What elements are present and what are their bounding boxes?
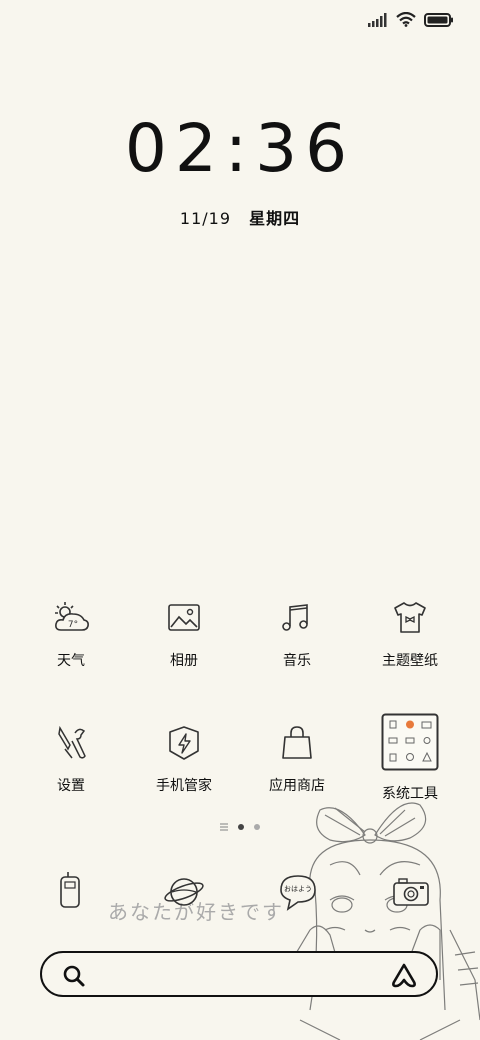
app-settings[interactable]: 设置 xyxy=(11,723,131,795)
app-music[interactable]: 音乐 xyxy=(237,598,357,670)
phone-icon[interactable] xyxy=(48,870,92,914)
app-gallery[interactable]: 相册 xyxy=(124,598,244,670)
lock-date: 11/19 星期四 xyxy=(0,205,480,229)
page-dot[interactable] xyxy=(254,824,260,830)
battery-icon xyxy=(424,12,453,27)
message-text: おはよう xyxy=(284,885,312,893)
wifi-icon xyxy=(396,12,416,27)
search-icon[interactable] xyxy=(62,964,86,988)
assistant-icon[interactable] xyxy=(390,962,418,988)
app-label: 主题壁纸 xyxy=(382,653,438,669)
store-icon xyxy=(282,726,312,759)
camera-icon[interactable] xyxy=(389,870,433,914)
status-bar xyxy=(368,12,454,27)
messages-app[interactable]: おはよう xyxy=(276,870,320,914)
folder-icon xyxy=(381,713,439,771)
app-label: 相册 xyxy=(170,653,198,669)
music-icon xyxy=(282,604,308,631)
page-dot-active[interactable] xyxy=(238,824,244,830)
weather-icon: 7° xyxy=(55,602,89,631)
settings-icon xyxy=(58,725,86,759)
app-label: 手机管家 xyxy=(156,778,212,794)
signal-icon xyxy=(368,12,387,27)
app-label: 设置 xyxy=(57,778,85,794)
weekday-text: 星期四 xyxy=(249,209,301,228)
browser-icon[interactable] xyxy=(162,870,206,914)
app-label: 天气 xyxy=(57,653,85,669)
app-theme[interactable]: 主题壁纸 xyxy=(350,598,470,670)
security-icon xyxy=(169,726,199,760)
weather-temp: 7° xyxy=(68,620,78,630)
lock-clock[interactable]: 02:36 xyxy=(0,110,480,187)
theme-icon xyxy=(394,602,426,633)
gallery-icon xyxy=(168,604,200,631)
menu-lines-icon xyxy=(220,823,228,831)
app-security[interactable]: 手机管家 xyxy=(124,723,244,795)
date-text: 11/19 xyxy=(179,209,231,228)
app-weather[interactable]: 7° 天气 xyxy=(11,598,131,670)
search-bar[interactable] xyxy=(40,951,438,997)
app-label: 音乐 xyxy=(283,653,311,669)
